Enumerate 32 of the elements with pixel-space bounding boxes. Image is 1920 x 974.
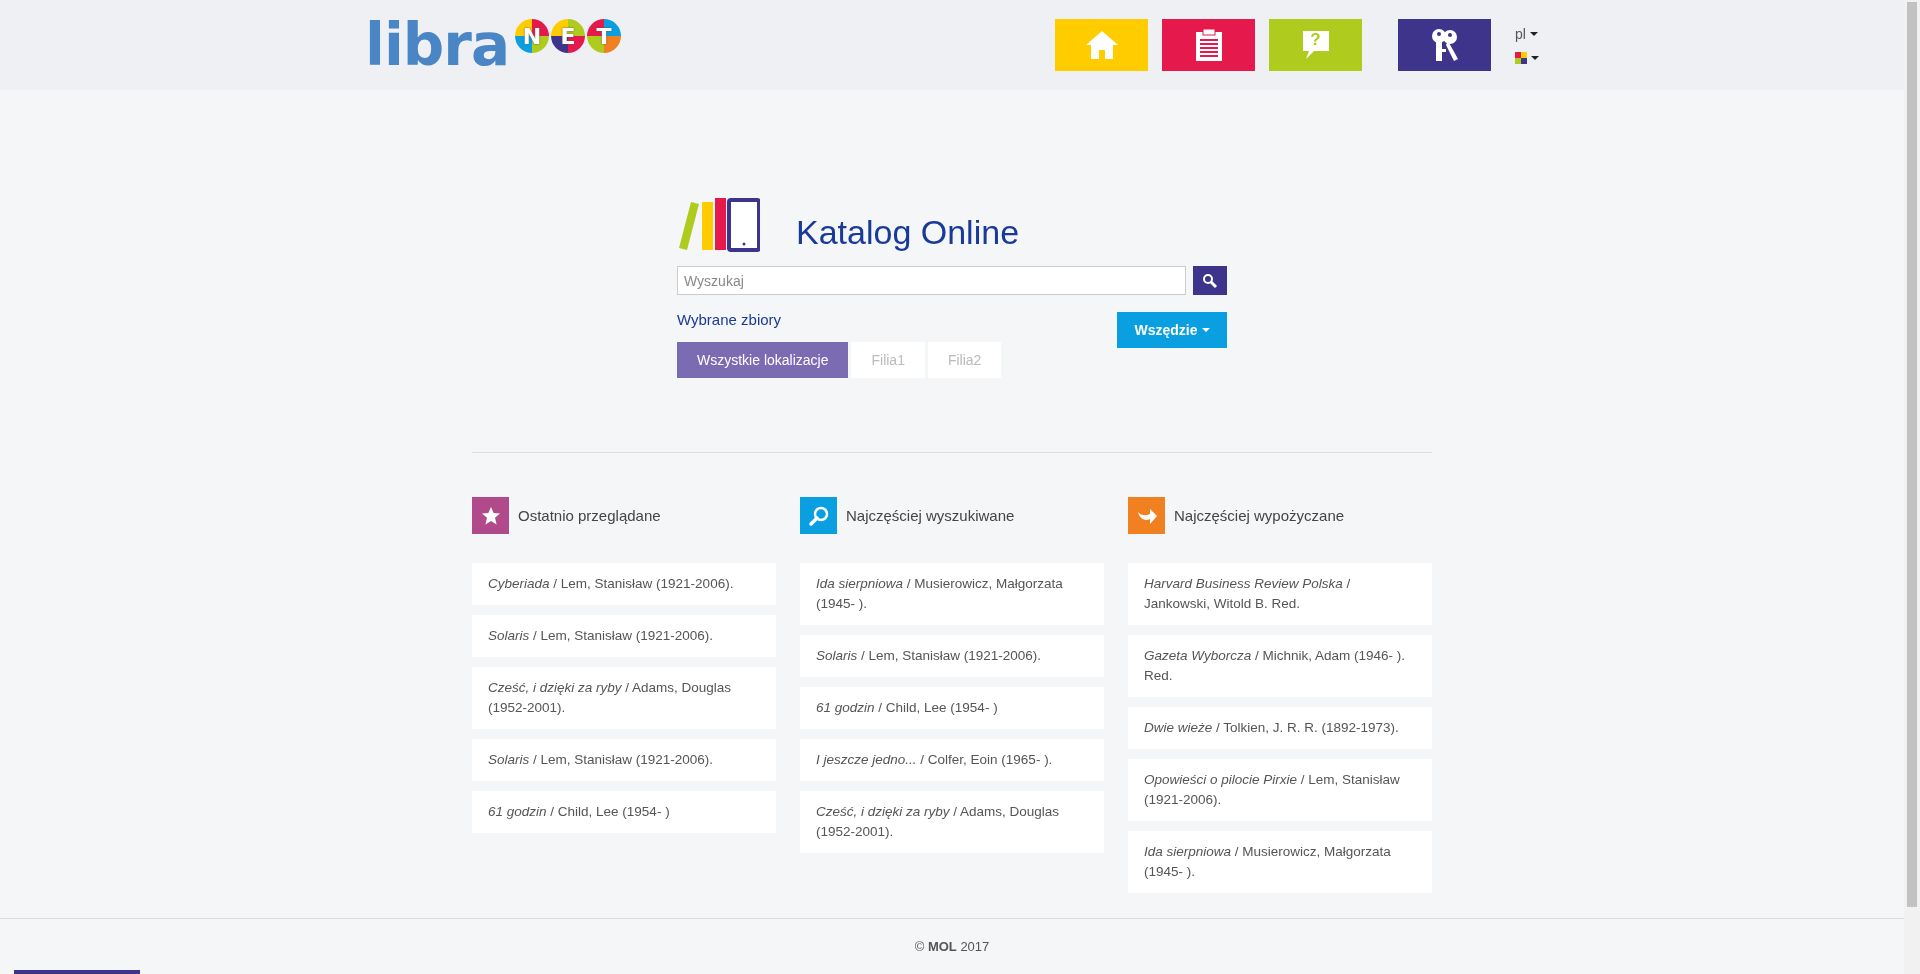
- theme-dropdown[interactable]: [1515, 52, 1539, 64]
- clipboard-icon: [1194, 28, 1223, 62]
- book-link[interactable]: Harvard Business Review Polska / Jankowski, Witold B. Red.: [1128, 563, 1432, 625]
- book-link[interactable]: Cyberiada / Lem, Stanisław (1921-2006).: [472, 563, 776, 605]
- clipboard-button[interactable]: [1162, 19, 1255, 71]
- section-title: Najczęściej wypożyczane: [1174, 507, 1345, 524]
- book-link[interactable]: Solaris / Lem, Stanisław (1921-2006).: [472, 615, 776, 657]
- catalog-title: Katalog Online: [796, 212, 1020, 252]
- book-link[interactable]: Ida sierpniowa / Musierowicz, Małgorzata (1945- ).: [800, 563, 1104, 625]
- search-icon: [1202, 272, 1218, 289]
- search-field[interactable]: Wyszukaj: [677, 266, 1186, 295]
- book-link[interactable]: Opowieści o pilocie Pirxie / Lem, Stanisław (1921-2006).: [1128, 759, 1432, 821]
- book-link[interactable]: 61 godzin / Child, Lee (1954- ): [800, 687, 1104, 729]
- book-link[interactable]: Ida sierpniowa / Musierowicz, Małgorzata (1945- ).: [1128, 831, 1432, 893]
- scrollbar[interactable]: [1904, 0, 1920, 974]
- book-link[interactable]: Cześć, i dzięki za ryby / Adams, Douglas (1952-2001).: [472, 667, 776, 729]
- book-link[interactable]: Solaris / Lem, Stanisław (1921-2006).: [472, 739, 776, 781]
- book-link[interactable]: Dwie wieże / Tolkien, J. R. R. (1892-1973).: [1128, 707, 1432, 749]
- location-tab[interactable]: Wszystkie lokalizacje: [677, 342, 849, 378]
- book-link[interactable]: Solaris / Lem, Stanisław (1921-2006).: [800, 635, 1104, 677]
- search-button[interactable]: [1193, 266, 1227, 295]
- collections-label: Wybrane zbiory: [677, 311, 783, 328]
- section-title: Najczęściej wyszukiwane: [846, 507, 1015, 524]
- keys-button[interactable]: [1398, 19, 1491, 71]
- book-link[interactable]: Cześć, i dzięki za ryby / Adams, Douglas (1952-2001).: [800, 791, 1104, 853]
- section-title: Ostatnio przeglądane: [518, 507, 661, 524]
- copyright-text: © MOL 2017: [914, 939, 990, 954]
- language-dropdown[interactable]: pl: [1515, 26, 1539, 42]
- book-link[interactable]: 61 godzin / Child, Lee (1954- ): [472, 791, 776, 833]
- book-link[interactable]: I jeszcze jedno... / Colfer, Eoin (1965- ).: [800, 739, 1104, 781]
- books-tablet-icon: [678, 196, 760, 252]
- book-link[interactable]: Gazeta Wyborcza / Michnik, Adam (1946- ). Red.: [1128, 635, 1432, 697]
